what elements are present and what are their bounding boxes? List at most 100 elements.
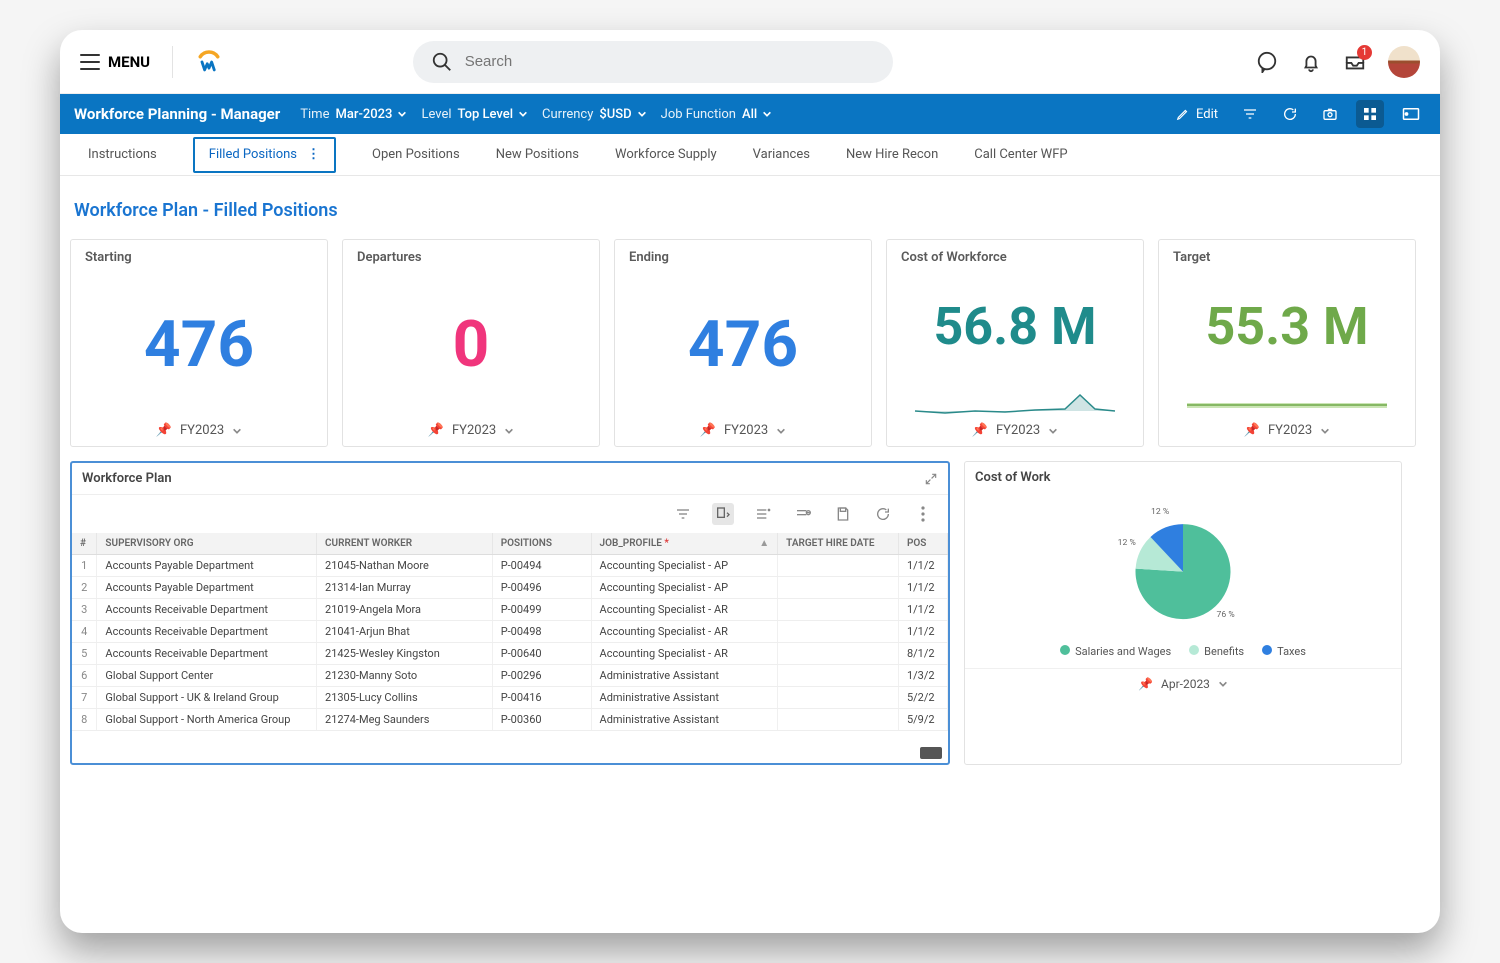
hamburger-icon bbox=[80, 54, 100, 70]
camera-icon[interactable] bbox=[1316, 100, 1344, 128]
tab-menu-icon[interactable]: ⋮ bbox=[307, 147, 320, 162]
grid-resize-handle[interactable] bbox=[920, 747, 942, 759]
col-target-hire-date[interactable]: TARGET HIRE DATE bbox=[778, 533, 899, 555]
pin-icon: 📌 bbox=[428, 423, 444, 438]
card-value: 55.3 M bbox=[1173, 265, 1401, 387]
table-row[interactable]: 2 Accounts Payable Department 21314-Ian … bbox=[72, 577, 948, 599]
col--[interactable]: # bbox=[72, 533, 97, 555]
grid-header-row: #SUPERVISORY ORGCURRENT WORKERPOSITIONSJ… bbox=[72, 533, 948, 555]
tab-workforce supply[interactable]: Workforce Supply bbox=[615, 134, 717, 175]
col-job-profile[interactable]: JOB_PROFILE *▲ bbox=[591, 533, 778, 555]
app-frame: MENU 1 Workforce Planning - Manager Time bbox=[60, 30, 1440, 933]
col-supervisory-org[interactable]: SUPERVISORY ORG bbox=[97, 533, 317, 555]
card-starting: Starting 476 📌 FY2023 bbox=[70, 239, 328, 447]
tab-open positions[interactable]: Open Positions bbox=[372, 134, 460, 175]
pie-legend: Salaries and Wages Benefits Taxes bbox=[1060, 645, 1306, 658]
workday-logo-icon[interactable] bbox=[195, 48, 223, 76]
filter-currency[interactable]: Currency $USD bbox=[542, 107, 647, 122]
tabs: Instructions Filled Positions⋮ Open Positi… bbox=[60, 134, 1440, 176]
toolbar-save-icon[interactable] bbox=[832, 503, 854, 525]
table-row[interactable]: 5 Accounts Receivable Department 21425-W… bbox=[72, 643, 948, 665]
pie-label: 12 % bbox=[1118, 538, 1136, 548]
data-grid[interactable]: #SUPERVISORY ORGCURRENT WORKERPOSITIONSJ… bbox=[72, 533, 948, 731]
pencil-icon bbox=[1176, 107, 1190, 121]
chevron-down-icon[interactable] bbox=[1218, 679, 1228, 689]
bluebar-actions: Edit bbox=[1170, 100, 1426, 128]
search-input[interactable] bbox=[413, 41, 893, 83]
edit-button[interactable]: Edit bbox=[1170, 101, 1224, 128]
table-row[interactable]: 8 Global Support - North America Group 2… bbox=[72, 709, 948, 731]
pie-chart: 76 % 12 % 12 % Salaries and Wages Benefits T… bbox=[965, 493, 1401, 668]
table-row[interactable]: 7 Global Support - UK & Ireland Group 21… bbox=[72, 687, 948, 709]
pin-icon: 📌 bbox=[156, 423, 172, 438]
workforce-plan-panel: Workforce Plan #SUPERVISORY ORGCURRENT W… bbox=[70, 461, 950, 765]
card-title: Cost of Workforce bbox=[901, 250, 1129, 265]
table-row[interactable]: 6 Global Support Center 21230-Manny Soto… bbox=[72, 665, 948, 687]
row2: Workforce Plan #SUPERVISORY ORGCURRENT W… bbox=[70, 461, 1430, 765]
content: Workforce Plan - Filled Positions Starti… bbox=[60, 176, 1440, 765]
pie-label: 12 % bbox=[1151, 507, 1169, 517]
pin-icon: 📌 bbox=[1244, 423, 1260, 438]
card-footer[interactable]: 📌 FY2023 bbox=[85, 423, 313, 438]
grid-view-icon[interactable] bbox=[1356, 100, 1384, 128]
toolbar-more-icon[interactable] bbox=[912, 503, 934, 525]
section-title: Workforce Plan - Filled Positions bbox=[70, 190, 1430, 239]
tab-variances[interactable]: Variances bbox=[753, 134, 810, 175]
menu-button[interactable]: MENU bbox=[80, 53, 150, 71]
card-footer[interactable]: 📌 FY2023 bbox=[901, 423, 1129, 438]
card-value: 56.8 M bbox=[901, 265, 1129, 387]
search-field[interactable] bbox=[465, 53, 875, 70]
bell-icon[interactable] bbox=[1300, 51, 1322, 73]
table-row[interactable]: 3 Accounts Receivable Department 21019-A… bbox=[72, 599, 948, 621]
tab-call center wfp[interactable]: Call Center WFP bbox=[974, 134, 1067, 175]
search-icon bbox=[431, 51, 453, 73]
pie-label: 76 % bbox=[1216, 610, 1234, 620]
card-target: Target 55.3 M 📌 FY2023 bbox=[1158, 239, 1416, 447]
filter-job function[interactable]: Job Function All bbox=[661, 107, 773, 122]
card-title: Target bbox=[1173, 250, 1401, 265]
toolbar-rows-icon[interactable] bbox=[752, 503, 774, 525]
card-footer[interactable]: 📌 FY2023 bbox=[357, 423, 585, 438]
card-title: Starting bbox=[85, 250, 313, 265]
chevron-down-icon bbox=[1048, 426, 1058, 436]
legend-item[interactable]: Taxes bbox=[1262, 645, 1306, 658]
table-row[interactable]: 1 Accounts Payable Department 21045-Nath… bbox=[72, 555, 948, 577]
chevron-down-icon bbox=[1320, 426, 1330, 436]
tab-new positions[interactable]: New Positions bbox=[496, 134, 579, 175]
chat-icon[interactable] bbox=[1256, 51, 1278, 73]
table-row[interactable]: 4 Accounts Receivable Department 21041-A… bbox=[72, 621, 948, 643]
tab-new hire recon[interactable]: New Hire Recon bbox=[846, 134, 938, 175]
card-cost of workforce: Cost of Workforce 56.8 M 📌 FY2023 bbox=[886, 239, 1144, 447]
filter-level[interactable]: Level Top Level bbox=[421, 107, 528, 122]
filter-time[interactable]: Time Mar-2023 bbox=[300, 107, 407, 122]
toolbar-insert-icon[interactable] bbox=[712, 503, 734, 525]
chevron-down-icon bbox=[232, 426, 242, 436]
col-current-worker[interactable]: CURRENT WORKER bbox=[317, 533, 493, 555]
refresh-icon[interactable] bbox=[1276, 100, 1304, 128]
inbox-icon[interactable]: 1 bbox=[1344, 51, 1366, 73]
chevron-down-icon bbox=[504, 426, 514, 436]
card-footer[interactable]: 📌 FY2023 bbox=[1173, 423, 1401, 438]
panel-title: Workforce Plan bbox=[82, 471, 172, 486]
toolbar-filter-icon[interactable] bbox=[672, 503, 694, 525]
filter-bar: Workforce Planning - Manager Time Mar-20… bbox=[60, 94, 1440, 134]
toolbar-refresh-icon[interactable] bbox=[872, 503, 894, 525]
filter-icon[interactable] bbox=[1236, 100, 1264, 128]
page-title: Workforce Planning - Manager bbox=[74, 105, 280, 123]
card-footer[interactable]: 📌 FY2023 bbox=[629, 423, 857, 438]
legend-item[interactable]: Benefits bbox=[1189, 645, 1244, 658]
col-positions[interactable]: POSITIONS bbox=[492, 533, 591, 555]
card-departures: Departures 0 📌 FY2023 bbox=[342, 239, 600, 447]
pin-icon[interactable]: 📌 bbox=[1138, 677, 1153, 691]
expand-icon[interactable] bbox=[924, 472, 938, 486]
col-pos[interactable]: POS bbox=[898, 533, 947, 555]
toolbar-delete-icon[interactable] bbox=[792, 503, 814, 525]
present-icon[interactable] bbox=[1396, 101, 1426, 127]
pin-icon: 📌 bbox=[972, 423, 988, 438]
legend-item[interactable]: Salaries and Wages bbox=[1060, 645, 1171, 658]
tab-instructions[interactable]: Instructions bbox=[88, 134, 157, 175]
tab-filled positions[interactable]: Filled Positions⋮ bbox=[193, 137, 336, 173]
card-value: 476 bbox=[629, 265, 857, 423]
cost-of-work-panel: Cost of Work 76 %12 %12 % Salaries and W… bbox=[964, 461, 1402, 765]
avatar[interactable] bbox=[1388, 46, 1420, 78]
